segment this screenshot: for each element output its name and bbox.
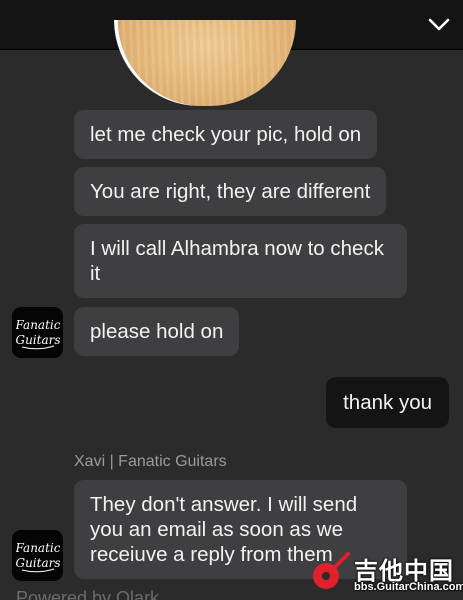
agent-message: I will call Alhambra now to check it	[74, 224, 407, 298]
svg-text:Guitars: Guitars	[16, 333, 60, 347]
svg-text:Guitars: Guitars	[16, 556, 60, 570]
agent-avatar: Fanatic Guitars	[12, 307, 63, 358]
shared-guitar-image[interactable]	[118, 20, 296, 106]
guitar-logo-icon	[308, 550, 352, 594]
chevron-down-icon[interactable]	[427, 13, 451, 37]
site-watermark: 吉他中国 bbs.GuitarChina.com	[304, 545, 463, 600]
agent-name-label: Xavi | Fanatic Guitars	[74, 453, 227, 470]
agent-avatar: Fanatic Guitars	[12, 530, 63, 581]
watermark-url: bbs.GuitarChina.com	[354, 581, 463, 593]
user-message: thank you	[326, 377, 449, 428]
svg-text:Fanatic: Fanatic	[16, 541, 60, 555]
agent-message: let me check your pic, hold on	[74, 110, 378, 159]
agent-message: please hold on	[74, 307, 240, 356]
powered-by-footer[interactable]: Powered by Olark	[16, 588, 159, 600]
agent-message: You are right, they are different	[74, 167, 387, 216]
svg-text:Fanatic: Fanatic	[16, 318, 60, 332]
